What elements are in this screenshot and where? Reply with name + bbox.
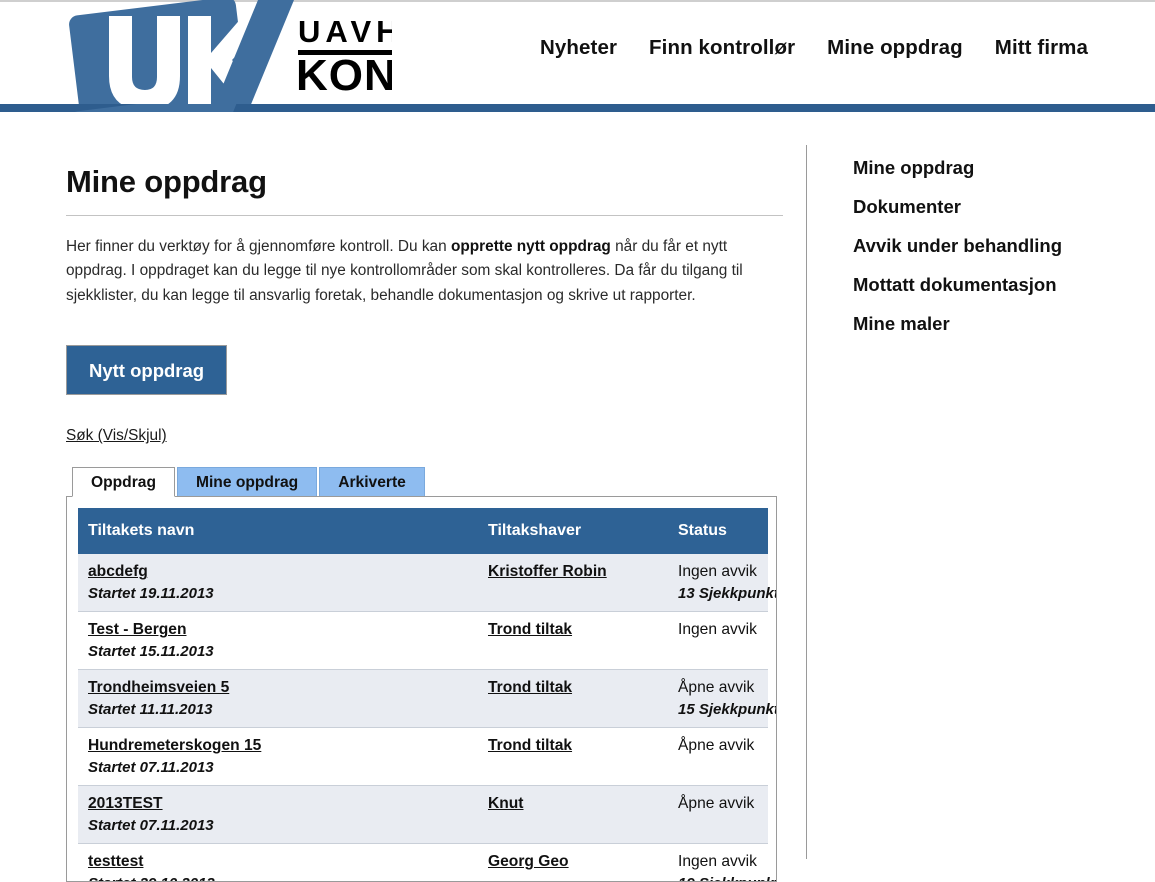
cell-owner: Trond tiltak [478,669,668,729]
cell-name: Test - Bergen Startet 15.11.2013 [78,611,478,671]
table-row[interactable]: Trondheimsveien 5 Startet 11.11.2013 Tron… [78,669,777,729]
table-body: abcdefg Startet 19.11.2013 Kristoffer Rob… [78,554,777,882]
oppdrag-table-panel: Tiltakets navn Tiltakshaver Status abcde… [66,496,777,882]
search-toggle-link[interactable]: Søk (Vis/Skjul) [66,427,167,445]
oppdrag-name-link[interactable]: Test - Bergen [88,621,187,639]
status-text: Åpne avvik [678,737,755,755]
oppdrag-start-date: Startet 29.10.2013 [88,875,468,881]
cell-name: Trondheimsveien 5 Startet 11.11.2013 [78,669,478,729]
cell-status: Ingen avvik 19 Sjekkpunkt ikke sjekket [668,843,776,882]
status-text: Ingen avvik [678,853,757,871]
new-oppdrag-button[interactable]: Nytt oppdrag [66,345,228,396]
status-subtext: 13 Sjekkpunkt ikke sjekket [678,585,777,603]
cell-name: 2013TEST Startet 07.11.2013 [78,785,478,845]
oppdrag-start-date: Startet 15.11.2013 [88,643,214,661]
page-body: Mine oppdrag Her finner du verktøy for å… [0,112,1155,882]
table-row[interactable]: Test - Bergen Startet 15.11.2013 Trond ti… [78,611,768,671]
oppdrag-name-link[interactable]: Hundremeterskogen 15 [88,737,261,755]
tiltakshaver-link[interactable]: Georg Geo [488,853,569,871]
intro-paragraph: Her finner du verktøy for å gjennomføre … [66,235,766,309]
status-subtext: 15 Sjekkpunkt ikke sjekket [678,701,777,719]
status-subtext: 19 Sjekkpunkt ikke sjekket [678,875,776,881]
tab-mine-oppdrag[interactable]: Mine oppdrag [176,467,318,498]
table-row[interactable]: testtest Startet 29.10.2013 Georg Geo Ing… [78,843,776,882]
status-text: Ingen avvik [678,621,757,639]
oppdrag-start-date: Startet 07.11.2013 [88,759,214,777]
sidebar-item-avvik-under-behandling[interactable]: Avvik under behandling [853,226,1133,265]
sidebar-item-mine-oppdrag[interactable]: Mine oppdrag [853,148,1133,187]
cell-name: Hundremeterskogen 15 Startet 07.11.2013 [78,727,478,787]
cell-name: abcdefg Startet 19.11.2013 [78,554,478,613]
intro-text-bold: opprette nytt oppdrag [450,237,611,255]
status-text: Ingen avvik [678,563,757,581]
main-navigation: Nyheter Finn kontrollør Mine oppdrag Mitt f… [540,36,1100,76]
table-row[interactable]: abcdefg Startet 19.11.2013 Kristoffer Rob… [78,554,777,613]
column-header-owner[interactable]: Tiltakshaver [478,508,668,555]
cell-status: Åpne avvik [668,785,768,845]
table-row[interactable]: 2013TEST Startet 07.11.2013 Knut Åpne avv… [78,785,768,845]
cell-owner: Trond tiltak [478,611,668,671]
tab-oppdrag[interactable]: Oppdrag [72,467,175,498]
right-sidebar: Mine oppdrag Dokumenter Avvik under beha… [853,112,1133,343]
status-text: Åpne avvik [678,795,755,813]
intro-text-part1: Her finner du verktøy for å gjennomføre … [66,237,451,255]
nav-item-mine-oppdrag[interactable]: Mine oppdrag [827,36,963,60]
column-header-status[interactable]: Status [668,508,768,555]
cell-owner: Georg Geo [478,843,668,882]
oppdrag-start-date: Startet 11.11.2013 [88,701,213,719]
oppdrag-table: Tiltakets navn Tiltakshaver Status abcde… [78,508,777,882]
title-divider [66,214,783,216]
content-sidebar-divider [806,145,807,859]
column-header-name[interactable]: Tiltakets navn [78,508,478,555]
table-header-row: Tiltakets navn Tiltakshaver Status [78,508,768,555]
sidebar-item-mine-maler[interactable]: Mine maler [853,304,1133,343]
cell-owner: Trond tiltak [478,727,668,787]
site-header: UAVHENGIG KONTROLL Nyheter Finn kontrollø… [0,0,1155,133]
tiltakshaver-link[interactable]: Trond tiltak [488,737,572,755]
svg-text:KONTROLL: KONTROLL [296,51,392,100]
tiltakshaver-link[interactable]: Trond tiltak [488,621,572,639]
page-title: Mine oppdrag [66,164,267,199]
table-row[interactable]: Hundremeterskogen 15 Startet 07.11.2013 T… [78,727,768,787]
tiltakshaver-link[interactable]: Kristoffer Robin [488,563,607,581]
cell-name: testtest Startet 29.10.2013 [78,843,478,882]
sidebar-item-dokumenter[interactable]: Dokumenter [853,187,1133,226]
tab-bar: Oppdrag Mine oppdrag Arkiverte [66,466,788,498]
oppdrag-start-date: Startet 07.11.2013 [88,817,214,835]
cell-status: Ingen avvik 13 Sjekkpunkt ikke sjekket [668,554,777,613]
status-text: Åpne avvik [678,679,755,697]
tab-arkiverte[interactable]: Arkiverte [319,467,425,498]
header-accent-bar [0,104,1155,112]
cell-status: Ingen avvik [668,611,768,671]
sidebar-item-mottatt-dokumentasjon[interactable]: Mottatt dokumentasjon [853,265,1133,304]
table-head: Tiltakets navn Tiltakshaver Status [78,508,768,555]
cell-status: Åpne avvik [668,727,768,787]
tiltakshaver-link[interactable]: Trond tiltak [488,679,572,697]
oppdrag-name-link[interactable]: abcdefg [88,563,148,581]
cell-owner: Kristoffer Robin [478,554,668,613]
oppdrag-name-link[interactable]: 2013TEST [88,795,163,813]
oppdrag-name-link[interactable]: Trondheimsveien 5 [88,679,229,697]
nav-item-mitt-firma[interactable]: Mitt firma [995,36,1088,60]
nav-item-nyheter[interactable]: Nyheter [540,36,617,60]
cell-owner: Knut [478,785,668,845]
nav-item-finn-kontrollor[interactable]: Finn kontrollør [649,36,795,60]
cell-status: Åpne avvik 15 Sjekkpunkt ikke sjekket [668,669,777,729]
main-content: Mine oppdrag Her finner du verktøy for å… [66,112,788,882]
oppdrag-start-date: Startet 19.11.2013 [88,585,214,603]
tiltakshaver-link[interactable]: Knut [488,795,524,813]
svg-text:UAVHENGIG: UAVHENGIG [298,14,392,49]
oppdrag-name-link[interactable]: testtest [88,853,143,871]
